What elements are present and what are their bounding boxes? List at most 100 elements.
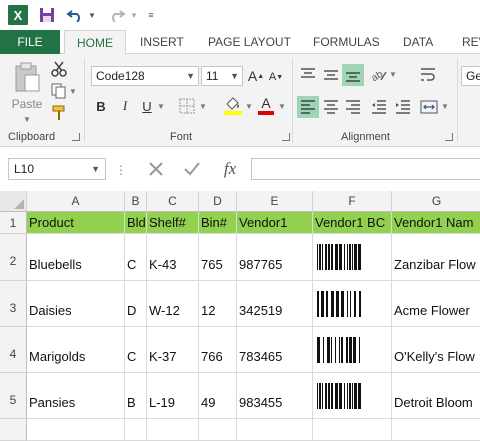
underline-dropdown-icon[interactable]: ▼ (156, 100, 166, 112)
insert-function-button[interactable]: fx (214, 158, 246, 180)
data-cell-c5[interactable]: L-19 (147, 373, 199, 419)
tab-file[interactable]: FILE (0, 30, 60, 54)
data-cell-e3[interactable]: 342519 (237, 281, 313, 327)
empty-cell[interactable] (147, 419, 199, 441)
tab-page-layout[interactable]: PAGE LAYOUT (208, 30, 291, 54)
empty-cell[interactable] (125, 419, 147, 441)
middle-align-icon[interactable] (320, 64, 342, 86)
orientation-dropdown-icon[interactable]: ▼ (388, 68, 398, 80)
data-cell-b2[interactable]: C (125, 234, 147, 281)
shrink-font-icon[interactable]: A ▼ (268, 68, 284, 86)
cut-icon[interactable] (50, 60, 68, 78)
clipboard-launcher-icon[interactable] (72, 133, 80, 141)
data-cell-a4[interactable]: Marigolds (27, 327, 125, 373)
bottom-align-icon[interactable] (342, 64, 364, 86)
data-cell-d5[interactable]: 49 (199, 373, 237, 419)
column-header-f[interactable]: F (313, 191, 392, 212)
empty-cell[interactable] (313, 419, 392, 441)
formula-bar-grip-icon[interactable]: ⋮ (115, 160, 127, 180)
alignment-launcher-icon[interactable] (445, 133, 453, 141)
column-header-c[interactable]: C (147, 191, 199, 212)
header-cell-a[interactable]: Product (27, 212, 125, 234)
redo-dropdown-icon[interactable]: ▼ (128, 4, 140, 26)
data-cell-d2[interactable]: 765 (199, 234, 237, 281)
data-cell-b4[interactable]: C (125, 327, 147, 373)
row-header-2[interactable]: 2 (0, 234, 27, 281)
customize-qat-icon[interactable]: ≡ (144, 4, 158, 26)
wrap-text-icon[interactable] (418, 64, 440, 86)
undo-dropdown-icon[interactable]: ▼ (86, 4, 98, 26)
tab-home[interactable]: HOME (64, 30, 126, 55)
header-cell-f[interactable]: Vendor1 BC (313, 212, 392, 234)
header-cell-g[interactable]: Vendor1 Nam (392, 212, 480, 234)
data-cell-g3[interactable]: Acme Flower (392, 281, 480, 327)
empty-cell[interactable] (237, 419, 313, 441)
column-header-b[interactable]: B (125, 191, 147, 212)
formula-input[interactable] (251, 158, 480, 180)
merge-center-icon[interactable] (418, 96, 440, 118)
data-cell-a5[interactable]: Pansies (27, 373, 125, 419)
empty-cell[interactable] (392, 419, 480, 441)
row-header-1[interactable]: 1 (0, 212, 27, 234)
tab-formulas[interactable]: FORMULAS (313, 30, 380, 54)
font-size-combo[interactable]: 11 ▼ (201, 66, 243, 86)
column-header-a[interactable]: A (27, 191, 125, 212)
undo-icon[interactable] (64, 4, 86, 26)
paste-button-label[interactable]: Paste (8, 96, 46, 112)
data-cell-d3[interactable]: 12 (199, 281, 237, 327)
confirm-entry-icon[interactable] (172, 158, 212, 180)
merge-dropdown-icon[interactable]: ▼ (440, 100, 450, 112)
font-color-dropdown-icon[interactable]: ▼ (277, 100, 287, 112)
data-cell-a3[interactable]: Daisies (27, 281, 125, 327)
empty-cell[interactable] (27, 419, 125, 441)
data-cell-c4[interactable]: K-37 (147, 327, 199, 373)
align-center-icon[interactable] (320, 96, 342, 118)
column-header-g[interactable]: G (392, 191, 480, 212)
row-header-next[interactable] (0, 419, 27, 441)
font-launcher-icon[interactable] (282, 133, 290, 141)
tab-insert[interactable]: INSERT (140, 30, 184, 54)
header-cell-b[interactable]: Bld (125, 212, 147, 234)
bold-button[interactable]: B (93, 96, 109, 116)
borders-icon[interactable] (178, 97, 196, 115)
row-header-4[interactable]: 4 (0, 327, 27, 373)
grow-font-icon[interactable]: A ▲ (248, 66, 264, 86)
data-cell-g2[interactable]: Zanzibar Flow (392, 234, 480, 281)
font-name-combo[interactable]: Code128 ▼ (91, 66, 199, 86)
data-cell-c3[interactable]: W-12 (147, 281, 199, 327)
data-cell-g5[interactable]: Detroit Bloom (392, 373, 480, 419)
increase-indent-icon[interactable] (392, 96, 414, 118)
font-color-icon[interactable]: A (256, 94, 276, 116)
italic-button[interactable]: I (117, 96, 133, 116)
column-header-e[interactable]: E (237, 191, 313, 212)
data-cell-g4[interactable]: O'Kelly's Flow (392, 327, 480, 373)
cancel-entry-icon[interactable] (136, 158, 176, 180)
header-cell-d[interactable]: Bin# (199, 212, 237, 234)
copy-dropdown-icon[interactable]: ▼ (68, 85, 78, 97)
borders-dropdown-icon[interactable]: ▼ (198, 100, 208, 112)
save-icon[interactable] (36, 4, 58, 26)
number-format-combo[interactable]: Ge (461, 66, 480, 86)
fill-color-icon[interactable] (222, 94, 244, 116)
tab-review[interactable]: REV (462, 30, 480, 54)
decrease-indent-icon[interactable] (368, 96, 390, 118)
select-all-corner[interactable] (0, 191, 27, 212)
underline-button[interactable]: U (139, 96, 155, 116)
paste-icon[interactable] (12, 60, 42, 94)
data-cell-e2[interactable]: 987765 (237, 234, 313, 281)
data-cell-b3[interactable]: D (125, 281, 147, 327)
data-cell-c2[interactable]: K-43 (147, 234, 199, 281)
name-box[interactable]: L10 ▼ (8, 158, 106, 180)
data-cell-e4[interactable]: 783465 (237, 327, 313, 373)
data-cell-d4[interactable]: 766 (199, 327, 237, 373)
align-left-icon[interactable] (297, 96, 319, 118)
row-header-3[interactable]: 3 (0, 281, 27, 327)
data-cell-e5[interactable]: 983455 (237, 373, 313, 419)
data-cell-a2[interactable]: Bluebells (27, 234, 125, 281)
copy-icon[interactable] (50, 82, 68, 100)
header-cell-c[interactable]: Shelf# (147, 212, 199, 234)
column-header-d[interactable]: D (199, 191, 237, 212)
redo-icon[interactable] (106, 4, 128, 26)
format-painter-icon[interactable] (50, 104, 68, 122)
data-cell-b5[interactable]: B (125, 373, 147, 419)
